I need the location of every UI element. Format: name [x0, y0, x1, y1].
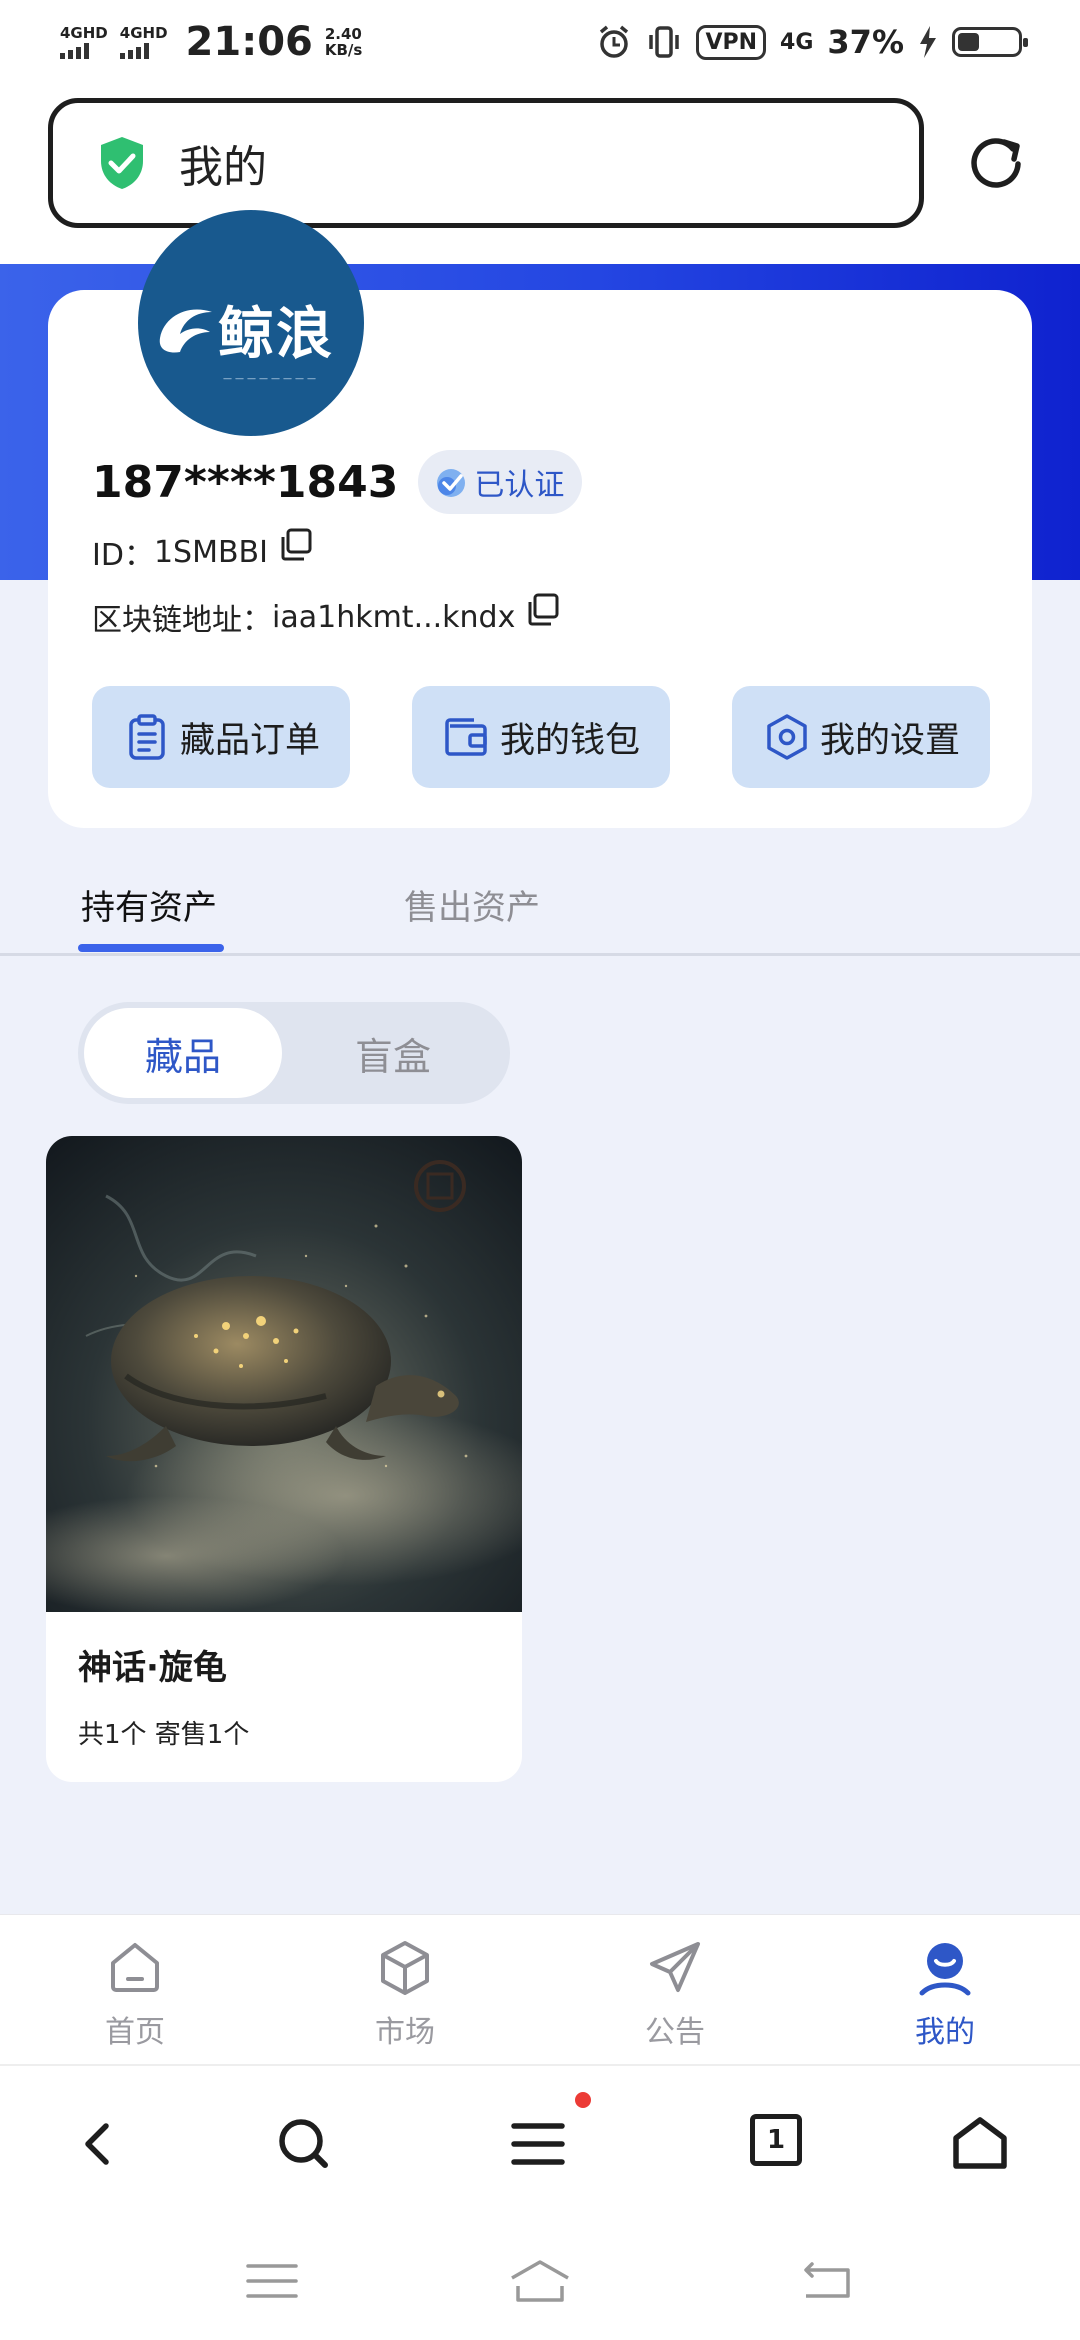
collectible-name: 神话·旋龟 [78, 1648, 227, 1688]
green-shield-icon [101, 137, 143, 189]
sim2-label: 4GHD [119, 23, 168, 42]
system-home-icon[interactable] [508, 2256, 572, 2306]
signal-bars-icon [119, 42, 149, 59]
nav-home[interactable]: 首页 [55, 1937, 215, 2051]
address-bar: 我的 [0, 84, 1080, 264]
network-type: 4G [780, 29, 814, 55]
sim1-label: 4GHD [60, 23, 108, 42]
id-value: 1SMBBI [153, 534, 268, 570]
avatar[interactable]: 鲸浪 ———————— [138, 210, 364, 436]
browser-toolbar [0, 2064, 1080, 2214]
search-icon[interactable] [272, 2112, 336, 2176]
asset-type-switch: 藏品 盲盒 [78, 1002, 510, 1104]
chain-address-label: 区块链地址： [92, 603, 272, 638]
id-label: ID： [92, 538, 154, 573]
copy-address-icon[interactable] [525, 592, 561, 628]
segment-blind-box[interactable]: 盲盒 [282, 1008, 504, 1098]
collectible-card[interactable]: 神话·旋龟 共1个 寄售1个 [46, 1136, 522, 1782]
my-settings-button[interactable]: 我的设置 [732, 686, 990, 788]
cube-icon [381, 1941, 429, 1995]
tab-sold-assets[interactable]: 售出资产 [404, 880, 540, 929]
send-icon [650, 1942, 700, 1992]
menu-icon[interactable] [506, 2112, 570, 2176]
nav-market[interactable]: 市场 [325, 1937, 485, 2051]
back-icon[interactable] [68, 2112, 132, 2176]
clock: 21:06 [185, 19, 313, 65]
user-id-row: ID： 1SMBBI [92, 527, 314, 574]
system-nav-bar [0, 2214, 1080, 2340]
verified-label: 已认证 [474, 468, 565, 503]
app-bottom-nav: 首页 市场 公告 我的 [0, 1914, 1080, 2064]
verified-badge: 已认证 [418, 450, 583, 514]
verified-check-icon [437, 469, 466, 497]
screen: 4GHD 4GHD 21:06 2.40 KB/s VPN 4G 37% 我的 … [0, 0, 1080, 2340]
collection-orders-label: 藏品订单 [179, 720, 320, 761]
nav-market-label: 市场 [375, 2015, 435, 2050]
alarm-icon [600, 25, 629, 58]
chain-address-value: iaa1hkmt...kndx [272, 599, 516, 635]
vibrate-icon [649, 26, 680, 58]
nav-mine[interactable]: 我的 [865, 1937, 1025, 2051]
vpn-badge: VPN [696, 24, 767, 60]
status-left: 4GHD 4GHD 21:06 2.40 KB/s [60, 19, 362, 65]
battery-level [958, 33, 979, 51]
active-tab-indicator [78, 944, 224, 952]
network-speed: 2.40 KB/s [325, 26, 362, 58]
nav-home-label: 首页 [105, 2015, 165, 2050]
nav-announcements[interactable]: 公告 [595, 1937, 755, 2051]
nav-mine-label: 我的 [915, 2015, 975, 2050]
action-buttons: 藏品订单 我的钱包 我的设置 [92, 686, 990, 788]
user-smile-icon [919, 1943, 971, 1996]
battery-icon [952, 27, 1028, 57]
phone-number: 187****1843 [92, 456, 399, 508]
chain-address-row: 区块链地址： iaa1hkmt...kndx [92, 592, 561, 639]
reload-icon[interactable] [966, 132, 1026, 192]
clipboard-icon [129, 714, 165, 760]
notification-dot [575, 2092, 591, 2108]
address-text: 我的 [179, 142, 267, 193]
home-icon[interactable] [948, 2112, 1012, 2176]
battery-percent: 37% [827, 23, 904, 61]
my-wallet-label: 我的钱包 [499, 720, 640, 761]
whale-logo-icon [159, 309, 212, 353]
home-icon [111, 1943, 159, 1992]
speed-value: 2.40 [324, 25, 362, 43]
wallet-icon [445, 718, 487, 756]
signal-bars-icon [60, 42, 89, 59]
logo-subline: ———————— [223, 374, 319, 384]
profile-card: 鲸浪 ———————— 187****1843 已认证 ID： 1SMBBI 区… [48, 210, 1032, 828]
sim1-signal: 4GHD [60, 23, 108, 59]
asset-tabs: 持有资产 售出资产 [0, 880, 1080, 956]
turtle-artwork-image [46, 1136, 522, 1616]
my-settings-label: 我的设置 [819, 720, 960, 761]
sim2-signal: 4GHD [119, 23, 168, 59]
collectible-quantity: 共1个 寄售1个 [78, 1720, 250, 1750]
user-row: 187****1843 已认证 [92, 450, 583, 514]
tab-held-assets[interactable]: 持有资产 [81, 880, 217, 929]
speed-unit: KB/s [324, 41, 363, 59]
nav-announcements-label: 公告 [645, 2015, 705, 2050]
collection-orders-button[interactable]: 藏品订单 [92, 686, 350, 788]
status-right: VPN 4G 37% [596, 23, 1028, 61]
recent-apps-icon[interactable] [240, 2256, 304, 2306]
hexagon-settings-icon [767, 714, 807, 760]
system-back-icon[interactable] [792, 2256, 856, 2306]
status-bar: 4GHD 4GHD 21:06 2.40 KB/s VPN 4G 37% [0, 0, 1080, 84]
segment-collectibles[interactable]: 藏品 [84, 1008, 282, 1098]
my-wallet-button[interactable]: 我的钱包 [412, 686, 670, 788]
address-field[interactable]: 我的 [48, 98, 924, 228]
charging-icon [920, 26, 936, 58]
logo-text: 鲸浪 [218, 302, 334, 367]
tabs-icon[interactable]: 1 [750, 2114, 802, 2166]
copy-id-icon[interactable] [278, 527, 314, 563]
